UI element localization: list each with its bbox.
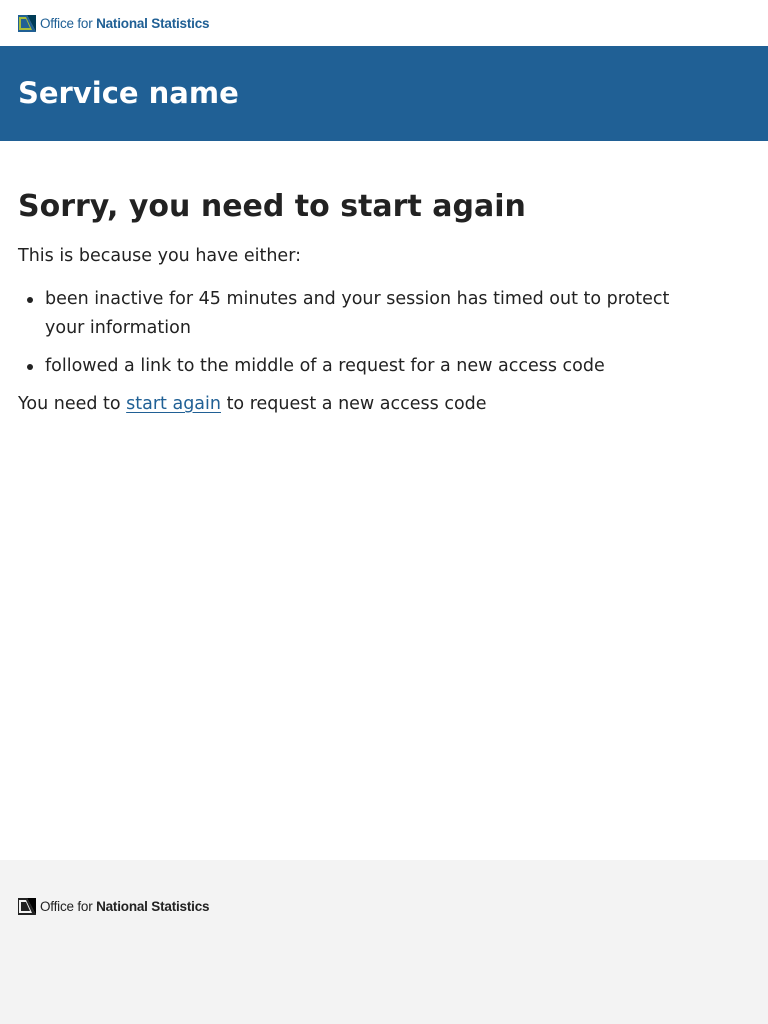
ons-logo-icon [18, 898, 37, 915]
action-text: You need to start again to request a new… [18, 390, 750, 419]
intro-text: This is because you have either: [18, 246, 301, 266]
footer-ons-logo-link[interactable]: Office for National Statistics [18, 898, 750, 915]
logo-text-bold: National Statistics [96, 899, 210, 914]
logo-text-regular: Office for [40, 15, 97, 31]
footer: Office for National Statistics [0, 860, 768, 1024]
masthead: Office for National Statistics [0, 0, 768, 46]
ons-logo-link[interactable]: Office for National Statistics [18, 14, 210, 32]
service-name-link[interactable]: Service name [18, 76, 239, 110]
ons-logo-icon [18, 14, 37, 32]
footer-logo-text: Office for National Statistics [40, 899, 210, 914]
service-bar: Service name [0, 46, 768, 141]
logo-text-regular: Office for [40, 899, 97, 914]
page: Office for National Statistics Service n… [0, 0, 768, 1024]
start-again-link[interactable]: start again [126, 394, 221, 414]
reason-item: followed a link to the middle of a reque… [27, 352, 750, 381]
reasons-list: been inactive for 45 minutes and your se… [18, 285, 750, 381]
logo-text-bold: National Statistics [96, 15, 210, 31]
page-title: Sorry, you need to start again [18, 189, 526, 224]
ons-logo-text: Office for National Statistics [40, 15, 210, 31]
main-content: Sorry, you need to start again This is b… [0, 141, 768, 419]
action-prefix: You need to [18, 394, 127, 414]
reason-item: been inactive for 45 minutes and your se… [27, 285, 750, 343]
action-suffix: to request a new access code [221, 394, 487, 414]
